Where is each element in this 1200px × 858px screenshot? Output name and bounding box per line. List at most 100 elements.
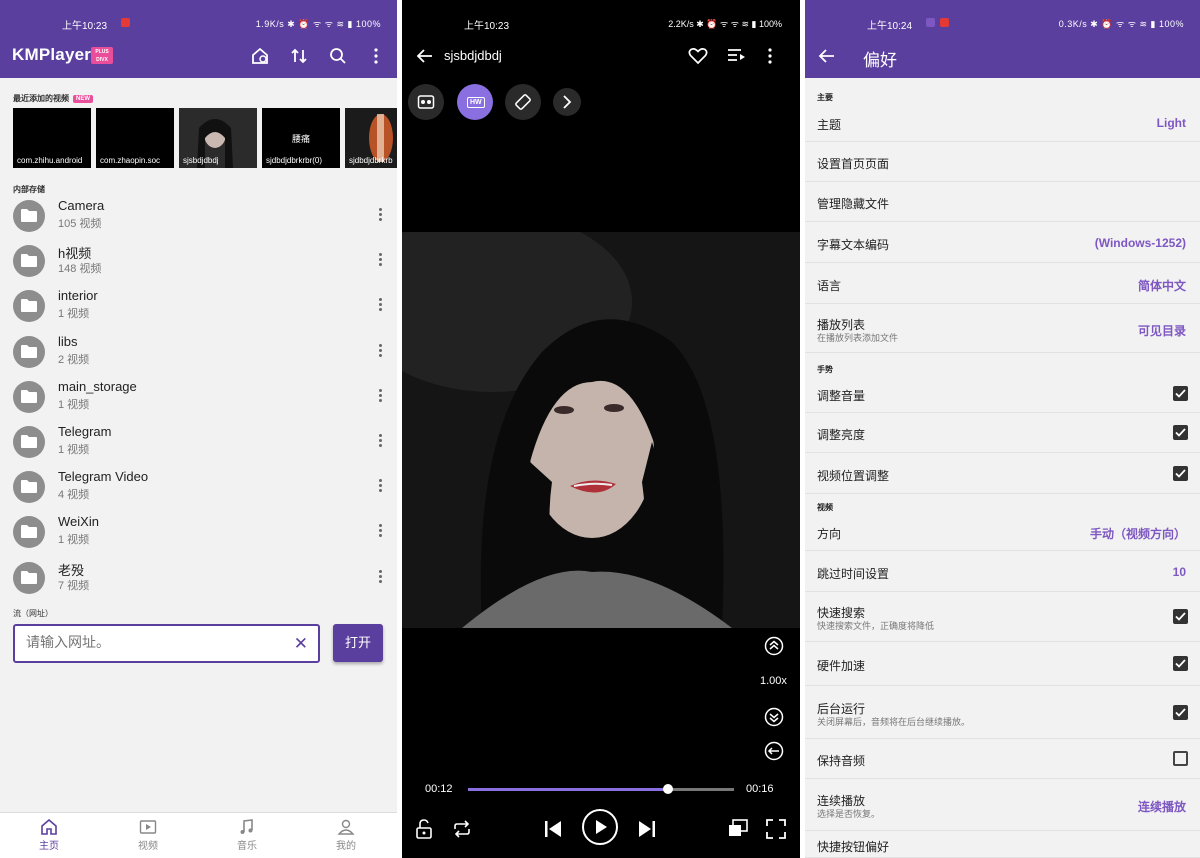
folder-row[interactable]: 老殁 7 视频 <box>0 556 397 601</box>
folder-name: main_storage <box>58 378 137 394</box>
checked-checkbox[interactable] <box>1173 609 1188 624</box>
preference-row[interactable]: 语言 简体中文 <box>805 263 1200 304</box>
folder-video-count: 2 视频 <box>58 353 90 366</box>
checked-checkbox[interactable] <box>1173 465 1188 481</box>
folder-video-count: 1 视频 <box>58 534 90 547</box>
checked-checkbox[interactable] <box>1173 704 1188 720</box>
next-icon[interactable] <box>637 819 657 839</box>
overflow-menu-icon[interactable] <box>366 46 386 66</box>
folder-row[interactable]: main_storage 1 视频 <box>0 375 397 420</box>
back-arrow-icon[interactable] <box>416 47 434 65</box>
preference-name: 快捷按钮偏好 <box>817 839 890 854</box>
preference-value[interactable]: 连续播放 <box>1138 798 1186 815</box>
preference-value[interactable]: 简体中文 <box>1138 277 1186 294</box>
checked-checkbox[interactable] <box>1173 425 1188 440</box>
more-options-icon[interactable] <box>379 343 383 360</box>
preference-row[interactable]: 方向 手动（视频方向） <box>805 512 1200 551</box>
folder-row[interactable]: Telegram Video 4 视频 <box>0 465 397 510</box>
recent-video-thumb[interactable]: sjdbdjdbrkrb <box>345 108 397 168</box>
seek-bar[interactable] <box>468 784 734 794</box>
previous-icon[interactable] <box>543 819 563 839</box>
preference-row[interactable]: 主题 Light <box>805 104 1200 142</box>
search-icon[interactable] <box>328 46 348 66</box>
folder-row[interactable]: Camera 105 视频 <box>0 194 397 239</box>
home-settings-icon[interactable] <box>250 46 270 66</box>
folder-row[interactable]: h视频 148 视频 <box>0 239 397 284</box>
folder-row[interactable]: WeiXin 1 视频 <box>0 510 397 555</box>
more-options-icon[interactable] <box>379 524 383 540</box>
preference-row[interactable]: 快捷按钮偏好 <box>805 831 1200 858</box>
more-options-icon[interactable] <box>379 434 383 450</box>
recent-video-thumb[interactable]: sjsbdjdbdj <box>179 108 257 168</box>
open-url-button[interactable]: 打开 <box>333 624 383 662</box>
preference-value[interactable]: 可见目录 <box>1138 322 1186 339</box>
folder-row[interactable]: Telegram 1 视频 <box>0 420 397 465</box>
folder-row[interactable]: interior 1 视频 <box>0 284 397 329</box>
nav-video[interactable]: 视频 <box>118 819 178 852</box>
recent-video-thumb[interactable]: com.zhaopin.soc <box>96 108 174 168</box>
preference-value[interactable]: Light <box>1157 116 1186 130</box>
playback-speed[interactable]: 1.00x <box>760 675 787 687</box>
nav-label: 音乐 <box>237 841 257 852</box>
preference-row[interactable]: 调整音量 <box>805 374 1200 413</box>
preference-row[interactable]: 硬件加速 <box>805 642 1200 686</box>
heart-icon[interactable] <box>688 47 708 65</box>
overflow-menu-icon[interactable] <box>766 47 774 65</box>
checkmark-icon <box>1175 428 1186 437</box>
stream-url-label: 流（网址） <box>13 609 53 618</box>
url-input[interactable] <box>26 634 276 650</box>
preference-row[interactable]: 快速搜索 快速搜索文件，正确度将降低 <box>805 592 1200 642</box>
preference-row[interactable]: 连续播放 选择是否恢复。 连续播放 <box>805 779 1200 831</box>
more-options-icon[interactable] <box>379 298 383 314</box>
rotate-button[interactable] <box>505 84 541 120</box>
preference-row[interactable]: 保持音频 <box>805 739 1200 779</box>
video-frame[interactable] <box>402 232 800 628</box>
nav-music[interactable]: 音乐 <box>217 819 277 852</box>
unchecked-checkbox[interactable] <box>1173 751 1188 766</box>
more-options-icon[interactable] <box>379 479 383 495</box>
unlock-icon[interactable] <box>415 819 433 839</box>
preference-row[interactable]: 后台运行 关闭屏幕后，音频将在后台继续播放。 <box>805 686 1200 739</box>
preference-row[interactable]: 跳过时间设置 10 <box>805 551 1200 592</box>
back-arrow-icon[interactable] <box>818 47 836 65</box>
checked-checkbox[interactable] <box>1173 656 1188 671</box>
checked-checkbox[interactable] <box>1173 385 1188 401</box>
play-icon[interactable] <box>581 808 619 846</box>
preference-row[interactable]: 字幕文本编码 (Windows-1252) <box>805 222 1200 263</box>
folder-row[interactable]: libs 2 视频 <box>0 330 397 375</box>
preference-value[interactable]: 手动（视频方向） <box>1090 525 1186 542</box>
preference-value[interactable]: 10 <box>1173 565 1186 579</box>
fullscreen-icon[interactable] <box>766 819 786 839</box>
preference-value[interactable]: (Windows-1252) <box>1095 236 1186 250</box>
preference-row[interactable]: 设置首页页面 <box>805 142 1200 182</box>
preference-name: 语言 <box>817 278 842 293</box>
seek-progress <box>468 788 668 791</box>
chevron-up-circle-icon[interactable] <box>764 636 784 656</box>
recent-video-thumb[interactable]: 腰痛 sjdbdjdbrkrbr(0) <box>262 108 340 168</box>
popup-player-icon[interactable] <box>728 819 748 837</box>
folder-icon <box>13 200 45 232</box>
seek-thumb[interactable] <box>662 784 673 794</box>
hardware-decoder-button[interactable]: HW <box>457 84 493 120</box>
ab-repeat-icon[interactable] <box>764 741 784 761</box>
recent-video-thumb[interactable]: com.zhihu.android <box>13 108 91 168</box>
preference-row[interactable]: 播放列表 在播放列表添加文件 可见目录 <box>805 304 1200 353</box>
clear-icon[interactable]: ✕ <box>294 635 308 652</box>
more-options-icon[interactable] <box>379 388 383 405</box>
repeat-icon[interactable] <box>452 820 472 838</box>
preference-row[interactable]: 调整亮度 <box>805 413 1200 453</box>
video-frame-image <box>402 232 800 628</box>
preference-row[interactable]: 视频位置调整 <box>805 453 1200 494</box>
chevron-down-circle-icon[interactable] <box>764 707 784 727</box>
sort-icon[interactable] <box>289 46 309 66</box>
playlist-icon[interactable] <box>727 48 747 64</box>
screenshot-mode-button[interactable] <box>408 84 444 120</box>
nav-profile[interactable]: 我的 <box>316 819 376 852</box>
preference-row[interactable]: 管理隐藏文件 <box>805 182 1200 222</box>
nav-home[interactable]: 主页 <box>19 819 79 852</box>
more-options-icon[interactable] <box>379 253 383 269</box>
folder-video-count: 4 视频 <box>58 489 90 502</box>
more-options-icon[interactable] <box>379 569 383 586</box>
more-controls-button[interactable] <box>553 88 581 116</box>
more-options-icon[interactable] <box>379 208 383 224</box>
